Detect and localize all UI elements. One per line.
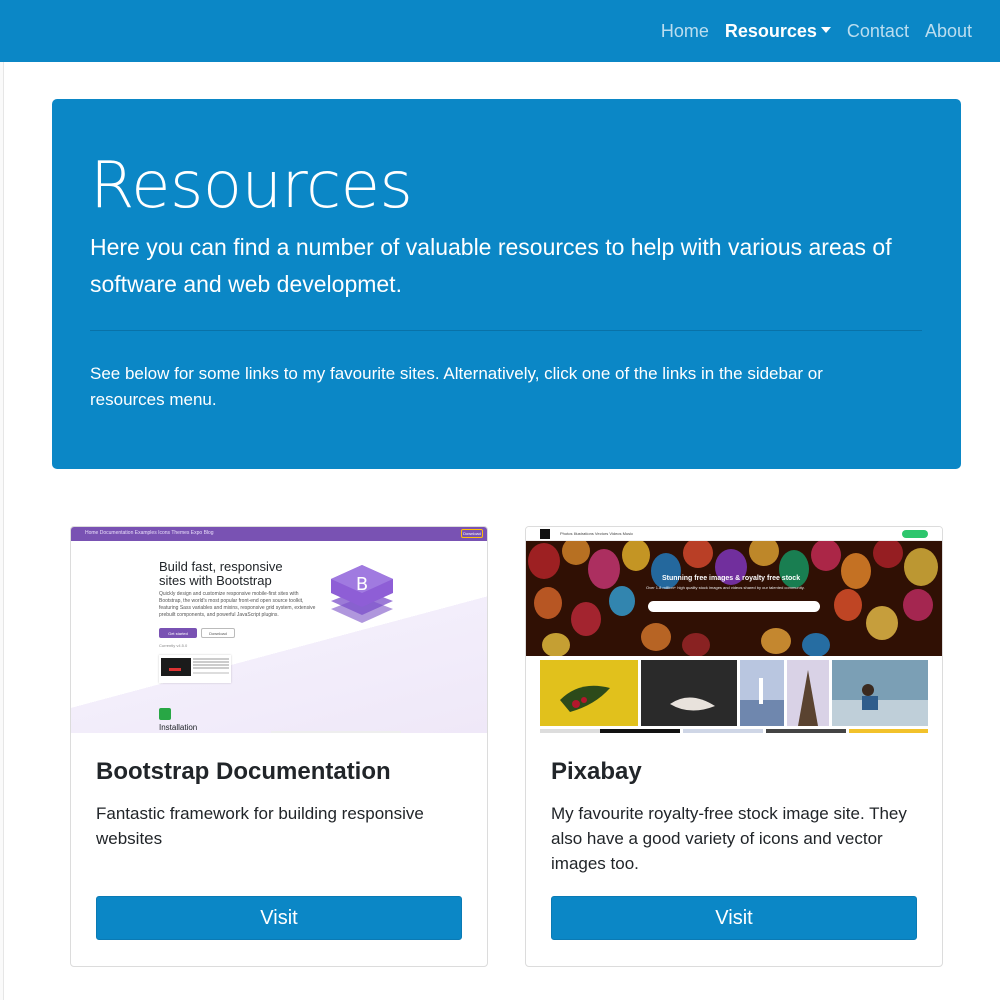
- photo-grid: [540, 660, 928, 733]
- pixabay-thumbnail: Photos Illustrations Vectors Videos Musi…: [526, 527, 942, 733]
- thumbnail-download-secondary-button: Download: [201, 628, 235, 638]
- nav-link-contact-label: Contact: [846, 20, 909, 41]
- visit-pixabay-button[interactable]: Visit: [551, 896, 917, 940]
- bootstrap-thumbnail: Home Documentation Examples Icons Themes…: [71, 527, 487, 733]
- nav-link-home[interactable]: Home: [653, 21, 717, 42]
- thumbnail-hero-subtitle: Over 1.8 million+ high quality stock ima…: [646, 585, 805, 590]
- thumbnail-ad-image: [161, 658, 191, 676]
- thumbnail-nav-items: Home Documentation Examples Icons Themes…: [85, 530, 214, 536]
- card-text: My favourite royalty-free stock image si…: [551, 804, 907, 873]
- pixabay-screenshot: Photos Illustrations Vectors Videos Musi…: [526, 527, 942, 733]
- thumbnail-heading: Build fast, responsive sites with Bootst…: [159, 560, 283, 588]
- divider: [90, 330, 922, 331]
- visit-bootstrap-button[interactable]: Visit: [96, 896, 462, 940]
- nav-link-about[interactable]: About: [917, 21, 980, 42]
- card-title: Pixabay: [551, 758, 642, 785]
- card-text: Fantastic framework for building respons…: [96, 804, 424, 848]
- thumbnail-ad-text: [193, 658, 229, 660]
- svg-text:B: B: [356, 574, 368, 595]
- nav-link-about-label: About: [924, 20, 972, 41]
- resource-card-bootstrap: Home Documentation Examples Icons Themes…: [70, 526, 488, 967]
- nav-link-resources-label: Resources: [724, 20, 817, 41]
- thumbnail-download-button: Download: [461, 529, 483, 538]
- top-navbar: Home Resources Contact About: [0, 0, 1000, 62]
- thumbnail-navbar: Home Documentation Examples Icons Themes…: [71, 527, 487, 541]
- jumbotron: Resources Here you can find a number of …: [52, 99, 961, 469]
- thumbnail-heading-line1: Build fast, responsive: [159, 559, 283, 574]
- thumbnail-upload-button: [902, 530, 928, 538]
- code-icon: [159, 708, 171, 720]
- bootstrap-logo-icon: B: [331, 565, 393, 623]
- thumbnail-description: Quickly design and customize responsive …: [159, 591, 316, 618]
- nav-links: Home Resources Contact About: [653, 0, 980, 62]
- bootstrap-screenshot: Home Documentation Examples Icons Themes…: [71, 527, 487, 733]
- pixabay-logo-icon: [540, 529, 550, 539]
- sidebar-edge: [0, 62, 4, 1000]
- card-title: Bootstrap Documentation: [96, 758, 391, 785]
- jumbotron-text: See below for some links to my favourite…: [90, 364, 823, 409]
- jumbotron-lead: Here you can find a number of valuable r…: [90, 234, 892, 297]
- thumbnail-navbar: Photos Illustrations Vectors Videos Musi…: [526, 527, 942, 541]
- thumbnail-hero-title: Stunning free images & royalty free stoc…: [662, 575, 801, 582]
- page-title: Resources: [90, 149, 413, 223]
- caret-down-icon: [820, 27, 831, 33]
- lanterns-hero-image: Stunning free images & royalty free stoc…: [526, 541, 942, 656]
- nav-link-resources-dropdown[interactable]: Resources: [717, 21, 839, 42]
- thumbnail-code-bar: [271, 731, 401, 733]
- thumbnail-ad: [159, 655, 231, 683]
- thumbnail-get-started-button: Get started: [159, 628, 197, 638]
- thumbnail-installation-heading: Installation: [159, 723, 198, 732]
- resource-card-pixabay: Photos Illustrations Vectors Videos Musi…: [525, 526, 943, 967]
- thumbnail-nav-items: Photos Illustrations Vectors Videos Musi…: [560, 531, 634, 536]
- thumbnail-heading-line2: sites with Bootstrap: [159, 573, 272, 588]
- nav-link-home-label: Home: [660, 20, 709, 41]
- thumbnail-version: Currently v4.5.0: [159, 643, 188, 648]
- lanterns-illustration: [526, 541, 942, 656]
- nav-link-contact[interactable]: Contact: [839, 21, 917, 42]
- thumbnail-search-bar: [648, 601, 820, 612]
